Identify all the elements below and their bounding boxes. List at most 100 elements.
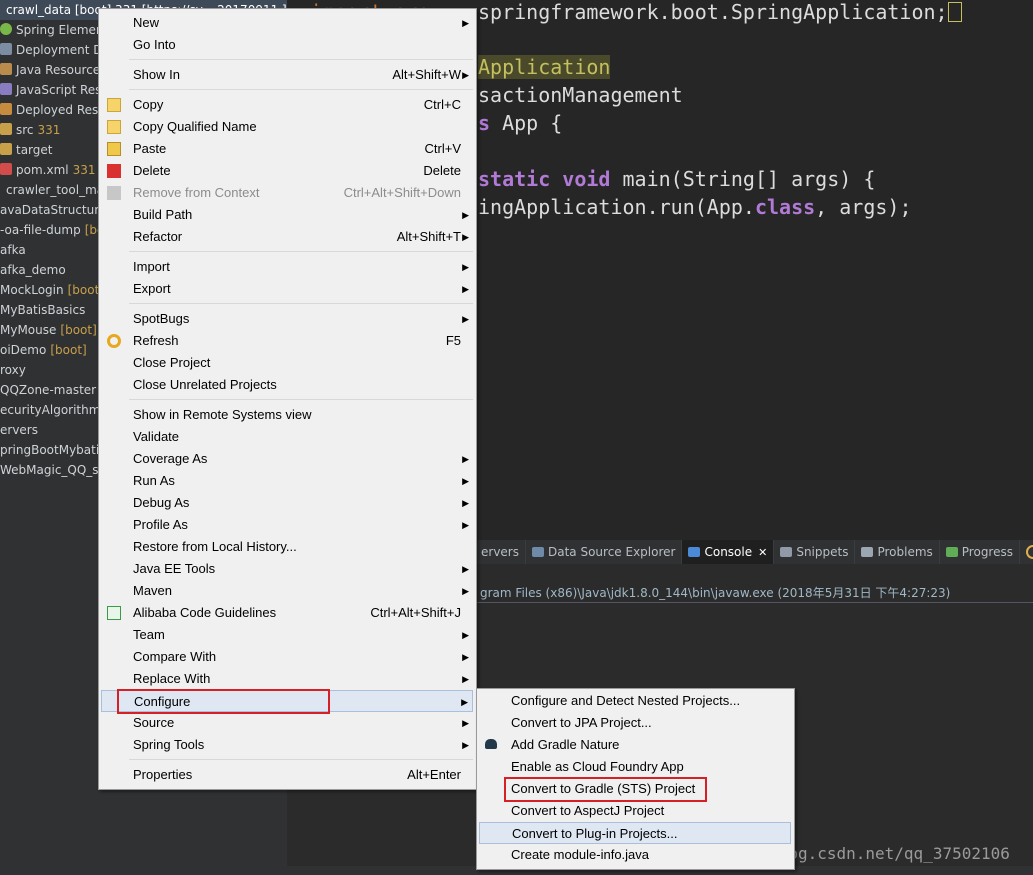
menu-item-spring-tools[interactable]: Spring Tools ▶ bbox=[101, 734, 473, 756]
explorer-item[interactable]: src 331 bbox=[0, 120, 60, 140]
menu-item-team[interactable]: Team ▶ bbox=[101, 624, 473, 646]
menu-item-restore-from-local-history[interactable]: Restore from Local History... bbox=[101, 536, 473, 558]
explorer-item[interactable]: pom.xml 331 bbox=[0, 160, 96, 180]
explorer-item[interactable]: MyMouse [boot] bbox=[0, 320, 97, 340]
menu-item-close-unrelated-projects[interactable]: Close Unrelated Projects bbox=[101, 374, 473, 396]
paste-icon bbox=[107, 142, 121, 156]
menu-item-replace-with[interactable]: Replace With ▶ bbox=[101, 668, 473, 690]
menu-separator bbox=[129, 59, 473, 60]
code-line-main: static void main(String[] args) { bbox=[478, 167, 876, 191]
search-tab[interactable] bbox=[1020, 540, 1033, 564]
explorer-item[interactable]: oiDemo [boot] bbox=[0, 340, 87, 360]
menu-item-new[interactable]: New ▶ bbox=[101, 12, 473, 34]
problems-icon bbox=[861, 547, 874, 557]
submenu-arrow-icon: ▶ bbox=[462, 586, 469, 596]
close-icon[interactable]: ✕ bbox=[758, 546, 767, 559]
menu-item-refresh[interactable]: Refresh F5 bbox=[101, 330, 473, 352]
submenu-item-convert-jpa[interactable]: Convert to JPA Project... bbox=[479, 712, 791, 734]
menu-item-refactor[interactable]: Refactor Alt+Shift+T ▶ bbox=[101, 226, 473, 248]
submenu-arrow-icon: ▶ bbox=[462, 70, 469, 80]
code-line-class: s App { bbox=[478, 111, 563, 135]
submenu-item-create-module-info[interactable]: Create module-info.java bbox=[479, 844, 791, 866]
tab-servers[interactable]: ervers bbox=[475, 540, 526, 564]
explorer-item[interactable]: QQZone-master bbox=[0, 380, 96, 400]
menu-item-configure[interactable]: Configure ▶ bbox=[101, 690, 473, 712]
spring-leaf-icon bbox=[0, 23, 12, 35]
menu-item-go-into[interactable]: Go Into bbox=[101, 34, 473, 56]
tab-snippets[interactable]: Snippets bbox=[774, 540, 856, 564]
menu-item-java-ee-tools[interactable]: Java EE Tools ▶ bbox=[101, 558, 473, 580]
submenu-arrow-icon: ▶ bbox=[462, 314, 469, 324]
submenu-arrow-icon: ▶ bbox=[462, 210, 469, 220]
explorer-item[interactable]: Java Resources bbox=[0, 60, 106, 80]
explorer-item[interactable]: -oa-file-dump [bo bbox=[0, 220, 104, 240]
menu-item-build-path[interactable]: Build Path ▶ bbox=[101, 204, 473, 226]
context-menu: New ▶ Go Into Show In Alt+Shift+W ▶ Copy Ctr… bbox=[98, 8, 477, 790]
submenu-item-add-gradle-nature[interactable]: Add Gradle Nature bbox=[479, 734, 791, 756]
menu-item-validate[interactable]: Validate bbox=[101, 426, 473, 448]
delete-icon bbox=[107, 164, 121, 178]
copy-qualified-icon bbox=[107, 120, 121, 134]
explorer-item[interactable]: avaDataStructure bbox=[0, 200, 106, 220]
javascript-resources-icon bbox=[0, 83, 12, 95]
java-resources-icon bbox=[0, 63, 12, 75]
explorer-item[interactable]: MyBatisBasics bbox=[0, 300, 85, 320]
menu-item-show-in-remote-systems-view[interactable]: Show in Remote Systems view bbox=[101, 404, 473, 426]
menu-item-show-in[interactable]: Show In Alt+Shift+W ▶ bbox=[101, 64, 473, 86]
folder-icon bbox=[0, 123, 12, 135]
submenu-arrow-icon: ▶ bbox=[462, 674, 469, 684]
tab-data-source-explorer[interactable]: Data Source Explorer bbox=[526, 540, 683, 564]
snippets-icon bbox=[780, 547, 793, 557]
explorer-item[interactable]: crawler_tool_ma bbox=[6, 180, 104, 200]
explorer-item[interactable]: pringBootMybati bbox=[0, 440, 99, 460]
code-line-run: ingApplication.run(App.class, args); bbox=[478, 195, 912, 219]
folder-icon bbox=[0, 143, 12, 155]
submenu-arrow-icon: ▶ bbox=[462, 630, 469, 640]
menu-item-spotbugs[interactable]: SpotBugs ▶ bbox=[101, 308, 473, 330]
descriptor-icon bbox=[0, 43, 12, 55]
menu-item-run-as[interactable]: Run As ▶ bbox=[101, 470, 473, 492]
menu-item-delete[interactable]: Delete Delete bbox=[101, 160, 473, 182]
menu-item-compare-with[interactable]: Compare With ▶ bbox=[101, 646, 473, 668]
menu-item-export[interactable]: Export ▶ bbox=[101, 278, 473, 300]
menu-item-paste[interactable]: Paste Ctrl+V bbox=[101, 138, 473, 160]
menu-item-source[interactable]: Source ▶ bbox=[101, 712, 473, 734]
explorer-item[interactable]: roxy bbox=[0, 360, 26, 380]
menu-item-copy-qualified-name[interactable]: Copy Qualified Name bbox=[101, 116, 473, 138]
database-icon bbox=[532, 547, 544, 557]
explorer-item[interactable]: ecurityAlgorithm bbox=[0, 400, 100, 420]
menu-item-debug-as[interactable]: Debug As ▶ bbox=[101, 492, 473, 514]
submenu-arrow-icon: ▶ bbox=[462, 498, 469, 508]
maven-file-icon bbox=[0, 163, 12, 175]
submenu-item-convert-aspectj[interactable]: Convert to AspectJ Project bbox=[479, 800, 791, 822]
menu-item-coverage-as[interactable]: Coverage As ▶ bbox=[101, 448, 473, 470]
explorer-item[interactable]: ervers bbox=[0, 420, 38, 440]
menu-item-properties[interactable]: Properties Alt+Enter bbox=[101, 764, 473, 786]
menu-item-alibaba-code-guidelines[interactable]: Alibaba Code Guidelines Ctrl+Alt+Shift+J bbox=[101, 602, 473, 624]
tab-problems[interactable]: Problems bbox=[855, 540, 940, 564]
tab-progress[interactable]: Progress bbox=[940, 540, 1020, 564]
menu-item-import[interactable]: Import ▶ bbox=[101, 256, 473, 278]
explorer-item[interactable]: target bbox=[0, 140, 53, 160]
menu-item-profile-as[interactable]: Profile As ▶ bbox=[101, 514, 473, 536]
submenu-item-configure-nested[interactable]: Configure and Detect Nested Projects... bbox=[479, 690, 791, 712]
menu-separator bbox=[129, 251, 473, 252]
remove-context-icon bbox=[107, 186, 121, 200]
submenu-arrow-icon: ▶ bbox=[462, 454, 469, 464]
explorer-item[interactable]: afka bbox=[0, 240, 26, 260]
console-icon bbox=[688, 547, 701, 557]
submenu-arrow-icon: ▶ bbox=[462, 520, 469, 530]
code-line-annotation: Application bbox=[478, 55, 611, 79]
submenu-item-convert-plugin[interactable]: Convert to Plug-in Projects... bbox=[479, 822, 791, 844]
tab-console[interactable]: Console ✕ bbox=[682, 540, 775, 564]
menu-item-maven[interactable]: Maven ▶ bbox=[101, 580, 473, 602]
submenu-arrow-icon: ▶ bbox=[462, 262, 469, 272]
explorer-item[interactable]: WebMagic_QQ_sp bbox=[0, 460, 106, 480]
explorer-item[interactable]: MockLogin [boot] bbox=[0, 280, 104, 300]
menu-separator bbox=[129, 303, 473, 304]
submenu-item-convert-gradle-sts[interactable]: Convert to Gradle (STS) Project bbox=[479, 778, 791, 800]
submenu-item-enable-cloud-foundry[interactable]: Enable as Cloud Foundry App bbox=[479, 756, 791, 778]
menu-item-close-project[interactable]: Close Project bbox=[101, 352, 473, 374]
explorer-item[interactable]: afka_demo bbox=[0, 260, 66, 280]
menu-item-copy[interactable]: Copy Ctrl+C bbox=[101, 94, 473, 116]
